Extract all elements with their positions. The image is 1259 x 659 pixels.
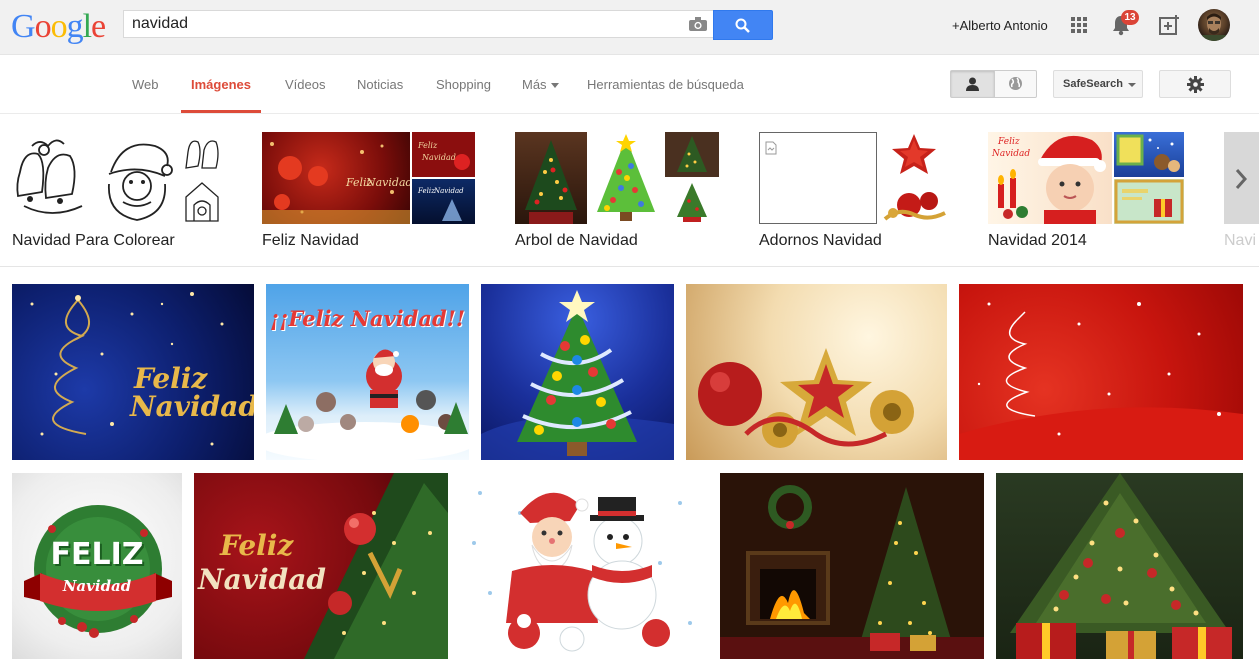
tab-more-label: Más — [522, 77, 547, 92]
result-image[interactable] — [959, 284, 1243, 460]
result-image[interactable] — [720, 473, 984, 659]
result-caption: Navidad — [130, 390, 254, 423]
tab-images[interactable]: Imágenes — [191, 77, 251, 92]
result-image[interactable]: Feliz Navidad — [194, 473, 448, 659]
top-bar: Google +Alberto Antonio 13 — [0, 0, 1259, 55]
tab-videos[interactable]: Vídeos — [285, 77, 325, 92]
personal-results-button[interactable] — [951, 71, 995, 97]
result-image[interactable] — [996, 473, 1243, 659]
cartoon-frame-thumbnail — [1114, 132, 1184, 177]
avatar-photo-icon — [1202, 13, 1226, 41]
related-search-label-partial[interactable]: Navi — [1224, 232, 1256, 250]
gear-icon — [1187, 76, 1204, 93]
tree-room-thumbnail — [665, 132, 719, 177]
avatar[interactable] — [1198, 9, 1230, 41]
logo-letter: o — [34, 8, 52, 45]
user-name-link[interactable]: +Alberto Antonio — [952, 18, 1048, 33]
baby-santa-thumbnail: Feliz Navidad — [988, 132, 1112, 224]
logo-letter: l — [82, 8, 93, 45]
ornaments-placeholder-thumbnail — [759, 132, 877, 224]
result-image[interactable]: FELIZ Navidad — [12, 473, 182, 659]
notification-count-badge[interactable]: 13 — [1121, 10, 1139, 25]
coloring-santa-thumbnail — [93, 132, 180, 224]
result-caption: Navidad — [62, 577, 132, 595]
chevron-down-icon — [550, 83, 559, 89]
broken-image-icon — [765, 141, 777, 155]
result-caption: Feliz — [220, 529, 294, 562]
result-image[interactable] — [460, 473, 708, 659]
balls-ornament-thumbnail — [879, 179, 949, 224]
section-divider — [0, 266, 1259, 267]
tree-photo-thumbnail — [515, 132, 587, 224]
result-image[interactable] — [686, 284, 947, 460]
related-search-label: Adornos Navidad — [759, 232, 882, 249]
chevron-down-icon — [1128, 83, 1136, 87]
active-tab-indicator — [181, 110, 261, 113]
related-next-button[interactable] — [1224, 132, 1259, 224]
view-toggle — [950, 70, 1037, 98]
global-results-button[interactable] — [995, 71, 1037, 97]
search-input[interactable] — [132, 13, 672, 35]
related-search-label: Arbol de Navidad — [515, 232, 638, 249]
logo-letter: G — [11, 8, 36, 45]
logo-letter: o — [50, 8, 68, 45]
share-plus-icon[interactable] — [1159, 15, 1179, 35]
result-image[interactable]: Feliz Navidad — [12, 284, 254, 460]
safesearch-label: SafeSearch — [1063, 78, 1123, 90]
thumbnail-caption: Feliz — [417, 187, 435, 195]
related-search-label: Navidad Para Colorear — [12, 232, 175, 249]
search-icon — [735, 18, 750, 33]
tab-news[interactable]: Noticias — [357, 77, 403, 92]
star-ornament-thumbnail — [879, 132, 949, 177]
result-caption: FELIZ — [50, 537, 144, 572]
search-box — [123, 10, 713, 38]
feliz-navidad-card-thumbnail: Feliz Navidad — [412, 132, 475, 177]
coloring-bells-thumbnail — [12, 132, 91, 224]
logo-letter: e — [91, 8, 106, 45]
camera-icon[interactable] — [689, 17, 707, 31]
tree-small-thumbnail — [665, 179, 719, 224]
chevron-right-icon — [1235, 169, 1248, 189]
tab-search-tools[interactable]: Herramientas de búsqueda — [587, 77, 744, 92]
related-search-label: Feliz Navidad — [262, 232, 359, 249]
coloring-nativity-thumbnail — [182, 179, 222, 224]
tab-more[interactable]: Más — [522, 77, 559, 92]
apps-grid-icon[interactable] — [1071, 17, 1087, 33]
settings-button[interactable] — [1159, 70, 1231, 98]
green-card-thumbnail — [1114, 179, 1184, 224]
feliz-navidad-red-thumbnail: Feliz Navidad — [262, 132, 410, 224]
result-image[interactable] — [481, 284, 674, 460]
result-caption: Navidad — [198, 563, 326, 596]
thumbnail-caption: Navidad — [365, 176, 410, 189]
person-icon — [966, 77, 979, 91]
tab-shopping[interactable]: Shopping — [436, 77, 491, 92]
thumbnail-caption: Navidad — [433, 187, 464, 195]
result-image[interactable]: ¡¡Feliz Navidad!! — [266, 284, 469, 460]
thumbnail-caption: Feliz — [417, 141, 438, 150]
safesearch-dropdown[interactable]: SafeSearch — [1053, 70, 1143, 98]
tree-cartoon-thumbnail — [589, 132, 663, 224]
logo-letter: g — [66, 8, 84, 45]
google-logo[interactable]: Google — [11, 8, 106, 45]
search-button[interactable] — [713, 10, 773, 40]
globe-icon — [1009, 77, 1022, 90]
tab-web[interactable]: Web — [132, 77, 159, 92]
thumbnail-caption: Navidad — [991, 149, 1030, 159]
feliz-navidad-blue-thumbnail: Feliz Navidad — [412, 179, 475, 224]
thumbnail-caption: Navidad — [421, 153, 456, 162]
thumbnail-caption: Feliz — [997, 137, 1020, 147]
related-search-label: Navidad 2014 — [988, 232, 1087, 249]
coloring-bells-small-thumbnail — [182, 132, 222, 177]
